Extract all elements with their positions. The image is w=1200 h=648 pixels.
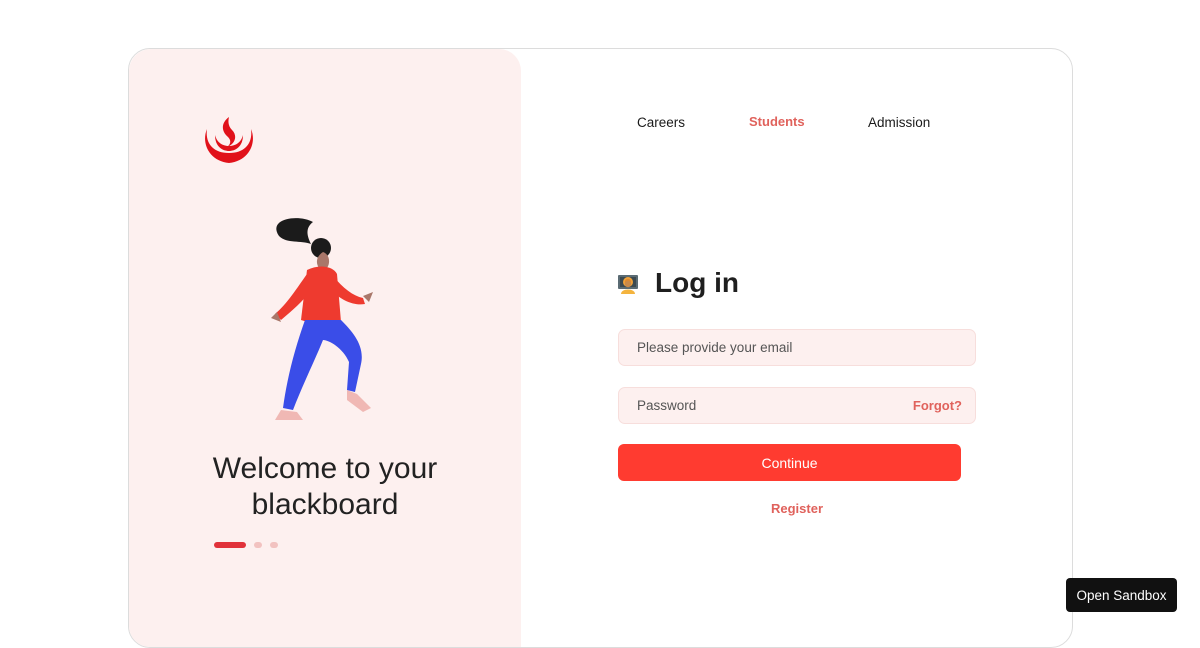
continue-button[interactable]: Continue: [618, 444, 961, 481]
carousel-dot[interactable]: [270, 542, 278, 548]
welcome-heading: Welcome to your blackboard: [212, 452, 438, 521]
carousel-dot[interactable]: [254, 542, 262, 548]
nav-item-careers[interactable]: Careers: [637, 115, 685, 130]
carousel-indicator: [214, 542, 278, 548]
nav-item-admission[interactable]: Admission: [868, 115, 930, 130]
carousel-dot-active[interactable]: [214, 542, 246, 548]
login-header: Log in: [617, 267, 739, 299]
teacher-emoji-icon: [618, 275, 638, 294]
forgot-password-link[interactable]: Forgot?: [913, 398, 962, 413]
login-title: Log in: [655, 267, 739, 298]
nav-item-students[interactable]: Students: [749, 114, 805, 129]
login-card: Welcome to your blackboard Careers Stude…: [128, 48, 1073, 648]
welcome-panel: Welcome to your blackboard: [129, 49, 521, 647]
running-woman-illustration: [271, 218, 373, 420]
open-sandbox-button[interactable]: Open Sandbox: [1066, 578, 1177, 612]
email-field: [618, 329, 976, 366]
register-link[interactable]: Register: [618, 501, 976, 516]
password-field: Forgot?: [618, 387, 976, 424]
top-nav: Careers Students Admission: [129, 114, 1072, 135]
email-input[interactable]: [619, 330, 975, 365]
